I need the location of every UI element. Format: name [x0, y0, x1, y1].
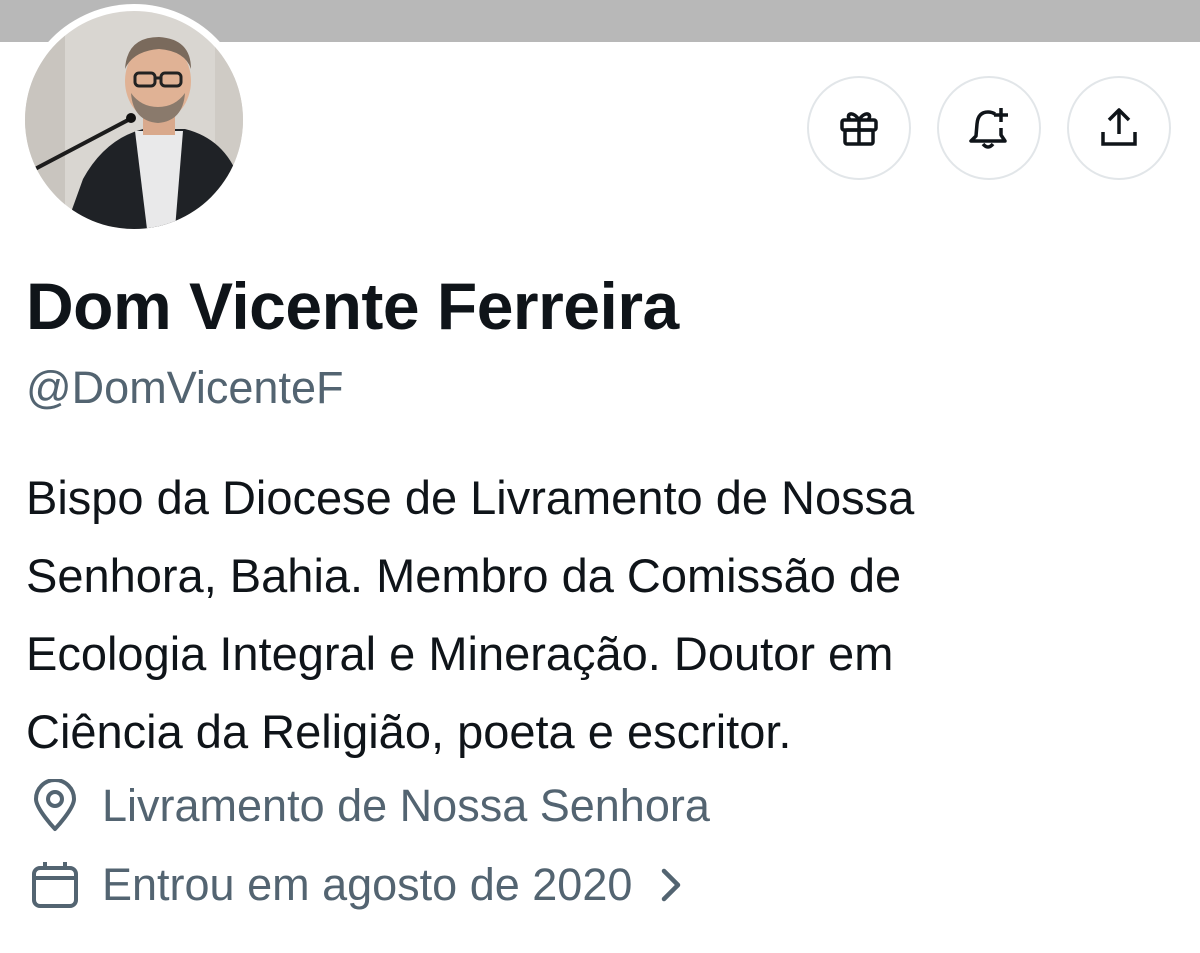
bio-line: Ciência da Religião, poeta e escritor. [26, 705, 792, 758]
notify-button[interactable] [937, 76, 1041, 180]
share-button[interactable] [1067, 76, 1171, 180]
calendar-icon [32, 862, 78, 908]
location-text: Livramento de Nossa Senhora [102, 780, 710, 831]
bio-line: Senhora, Bahia. Membro da Comissão de [26, 549, 902, 602]
joined-text: Entrou em agosto de 2020 [102, 859, 633, 910]
gift-icon [840, 112, 878, 146]
bio: Bispo da Diocese de Livramento de Nossa … [26, 459, 1176, 771]
gift-button[interactable] [807, 76, 911, 180]
location-pin-icon [34, 779, 76, 831]
location-row: Livramento de Nossa Senhora [28, 779, 710, 833]
joined-row[interactable]: Entrou em agosto de 2020 [28, 858, 688, 912]
chevron-right-icon [662, 868, 681, 902]
bell-plus-icon [969, 108, 1008, 149]
bio-line: Ecologia Integral e Mineração. Doutor em [26, 627, 894, 680]
avatar-photo [25, 11, 243, 229]
avatar[interactable] [25, 11, 243, 229]
user-handle: @DomVicenteF [26, 362, 344, 413]
display-name: Dom Vicente Ferreira [26, 269, 679, 343]
bio-line: Bispo da Diocese de Livramento de Nossa [26, 471, 915, 524]
share-upload-icon [1101, 108, 1137, 146]
